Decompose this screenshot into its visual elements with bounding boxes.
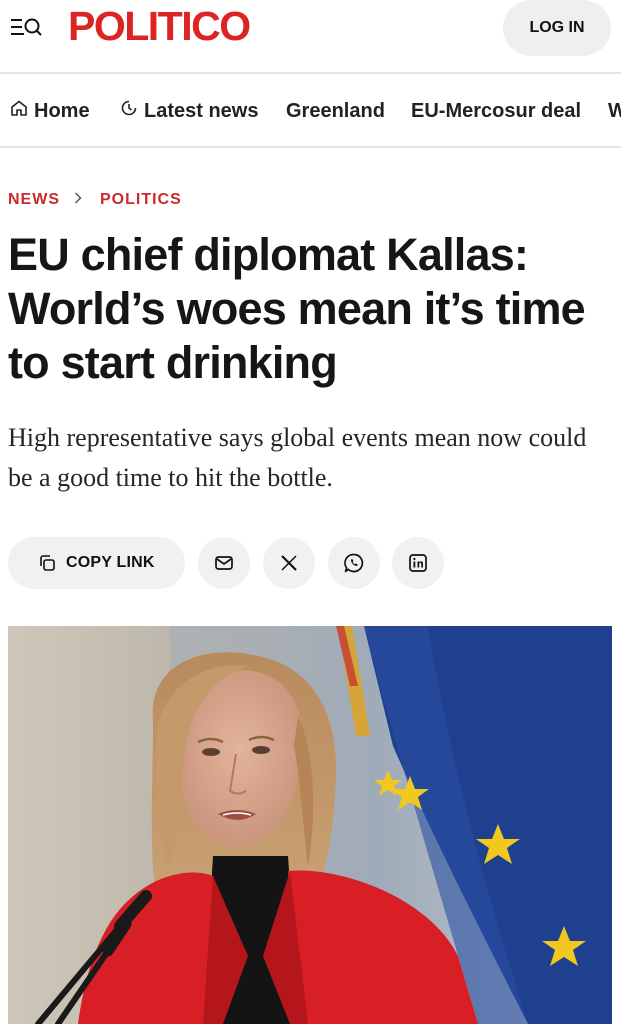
nav-item-label: Greenland: [286, 100, 385, 122]
chevron-right-icon: [74, 191, 82, 209]
home-icon: [10, 98, 28, 124]
article-headline: EU chief diplomat Kallas: World’s woes m…: [8, 229, 586, 388]
nav-item-latest-news[interactable]: Latest news: [120, 98, 258, 124]
topic-nav: Home Latest news Greenland EU-Mercosur d…: [0, 76, 621, 148]
nav-item-eu-mercosur[interactable]: EU-Mercosur deal: [411, 98, 581, 124]
share-linkedin-button[interactable]: [392, 537, 444, 589]
nav-item-overflow[interactable]: W: [608, 98, 621, 124]
nav-item-greenland[interactable]: Greenland: [286, 98, 385, 124]
clock-icon: [120, 98, 138, 124]
x-icon: [280, 554, 298, 572]
login-button[interactable]: LOG IN: [503, 0, 611, 56]
copy-link-button[interactable]: COPY LINK: [8, 537, 185, 589]
breadcrumb-politics-link[interactable]: POLITICS: [100, 191, 182, 209]
linkedin-icon: [408, 553, 428, 573]
politico-logo[interactable]: POLITICO: [68, 2, 251, 50]
whatsapp-icon: [343, 552, 365, 574]
nav-item-label: EU-Mercosur deal: [411, 100, 582, 122]
article-hero-photo: [8, 626, 612, 1024]
copy-icon: [38, 554, 56, 572]
share-x-button[interactable]: [263, 537, 315, 589]
nav-item-label: W: [608, 98, 621, 124]
article-dek: High representative says global events m…: [8, 423, 587, 492]
nav-item-home[interactable]: Home: [10, 98, 90, 124]
breadcrumb: NEWS POLITICS: [8, 189, 182, 211]
share-whatsapp-button[interactable]: [328, 537, 380, 589]
nav-item-label: Home: [34, 100, 90, 122]
breadcrumb-news-link[interactable]: NEWS: [8, 191, 60, 209]
site-header: POLITICO LOG IN: [0, 0, 621, 74]
mail-icon: [214, 554, 234, 572]
nav-item-label: Latest news: [144, 100, 259, 122]
copy-link-label: COPY LINK: [66, 554, 155, 571]
share-email-button[interactable]: [198, 537, 250, 589]
menu-search-icon[interactable]: [10, 14, 44, 40]
